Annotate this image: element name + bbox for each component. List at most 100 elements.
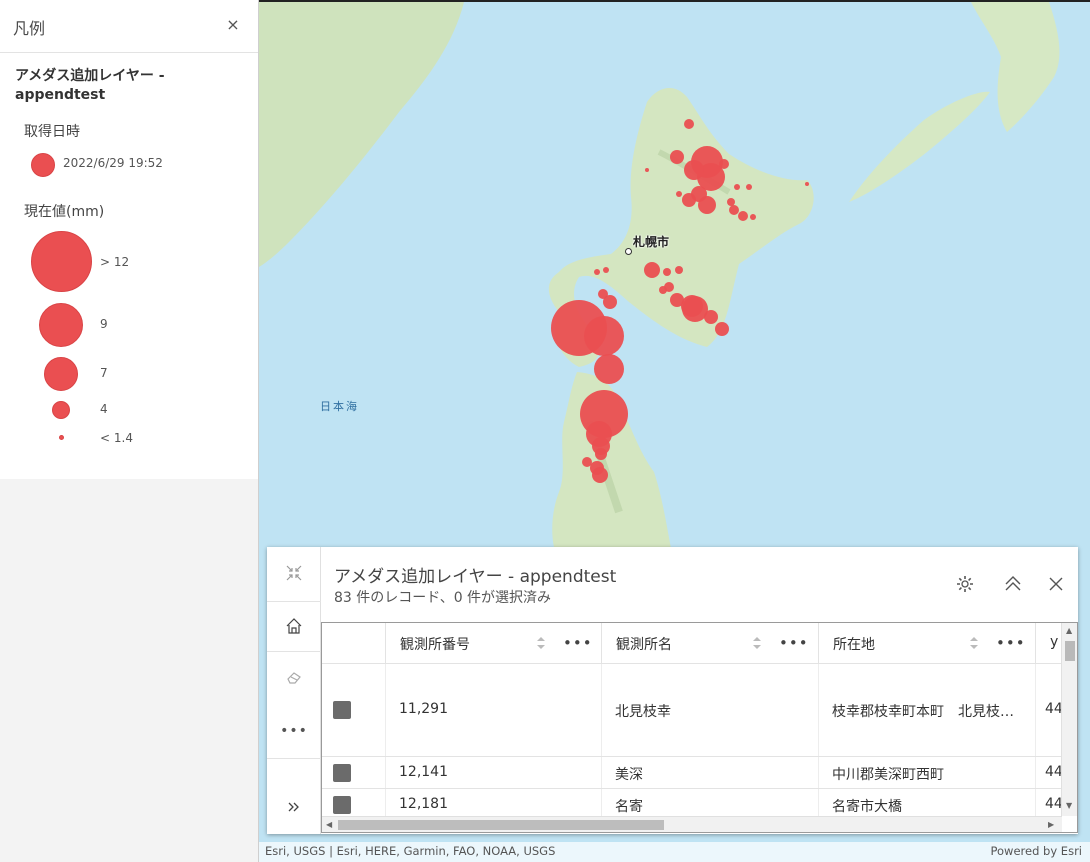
- scroll-down-icon[interactable]: ▼: [1066, 801, 1072, 811]
- observation-point[interactable]: [729, 205, 739, 215]
- legend-close-icon[interactable]: ×: [224, 16, 242, 34]
- observation-point[interactable]: [719, 159, 729, 169]
- cell-station-id: 12,181: [399, 796, 448, 812]
- column-label: 観測所番号: [400, 637, 470, 653]
- column-menu-icon[interactable]: •••: [563, 634, 593, 652]
- legend-layer-title: アメダス追加レイヤー - appendtest: [15, 68, 165, 103]
- table-record-count: 83 件のレコード、0 件が選択済み: [334, 590, 552, 606]
- cell-station-name: 美深: [615, 767, 643, 783]
- legend-card: 凡例 × アメダス追加レイヤー - appendtest 取得日時 2022/6…: [0, 0, 258, 479]
- table-row[interactable]: 12,141 美深 中川郡美深町西町 44: [322, 756, 1062, 788]
- observation-point[interactable]: [704, 310, 718, 324]
- attribution-text[interactable]: Esri, USGS | Esri, HERE, Garmin, FAO, NO…: [265, 844, 555, 858]
- sea-label: 日本海: [320, 400, 359, 413]
- close-icon[interactable]: [1045, 573, 1067, 595]
- column-label: y: [1050, 634, 1059, 650]
- cell-station-id: 12,141: [399, 764, 448, 780]
- vertical-scrollbar[interactable]: ▲ ▼: [1061, 623, 1077, 816]
- sort-icon[interactable]: [536, 635, 546, 651]
- powered-by-esri[interactable]: Powered by Esri: [991, 844, 1083, 858]
- observation-point[interactable]: [659, 286, 667, 294]
- observation-point[interactable]: [645, 168, 649, 172]
- observation-point[interactable]: [746, 184, 752, 190]
- vertical-scroll-thumb[interactable]: [1065, 641, 1075, 661]
- legend-label-4: 4: [100, 402, 108, 416]
- sort-icon[interactable]: [969, 635, 979, 651]
- eraser-icon[interactable]: [267, 655, 321, 699]
- row-checkbox[interactable]: [333, 796, 351, 814]
- observation-point[interactable]: [805, 182, 809, 186]
- legend-symbol-gt12: [31, 231, 92, 292]
- legend-label-lt1-4: < 1.4: [100, 431, 133, 445]
- column-label: 所在地: [833, 637, 875, 653]
- observation-point[interactable]: [715, 322, 729, 336]
- horizontal-scrollbar[interactable]: ◀ ▶: [322, 816, 1062, 832]
- observation-point[interactable]: [684, 160, 704, 180]
- observation-point[interactable]: [594, 269, 600, 275]
- scroll-left-icon[interactable]: ◀: [326, 820, 332, 830]
- legend-date-symbol: [31, 153, 55, 177]
- horizontal-scroll-thumb[interactable]: [338, 820, 664, 830]
- observation-point[interactable]: [698, 196, 716, 214]
- observation-point[interactable]: [592, 467, 608, 483]
- more-icon[interactable]: •••: [267, 709, 321, 753]
- column-header-address[interactable]: 所在地 •••: [819, 623, 1036, 663]
- table-title: アメダス追加レイヤー - appendtest: [334, 567, 617, 587]
- legend-header: 凡例 ×: [0, 0, 258, 53]
- table-row[interactable]: 11,291 北見枝幸 枝幸郡枝幸町本町 北見枝… 44: [322, 663, 1062, 756]
- observation-point[interactable]: [750, 214, 756, 220]
- observation-point[interactable]: [684, 119, 694, 129]
- cell-station-id: 11,291: [399, 701, 448, 717]
- legend-symbol-7: [44, 357, 78, 391]
- legend-label-9: 9: [100, 317, 108, 331]
- column-header-station-name[interactable]: 観測所名 •••: [602, 623, 819, 663]
- legend-symbol-9: [39, 303, 83, 347]
- map-attribution: Esri, USGS | Esri, HERE, Garmin, FAO, NO…: [259, 842, 1090, 862]
- attribute-table-widget: ••• アメダス追加レイヤー - appendtest 83 件のレコード、0 …: [267, 547, 1078, 834]
- table-side-toolbar: •••: [267, 547, 321, 834]
- column-menu-icon[interactable]: •••: [996, 634, 1026, 652]
- observation-point[interactable]: [644, 262, 660, 278]
- cell-station-name: 北見枝幸: [615, 704, 671, 720]
- observation-point[interactable]: [594, 354, 624, 384]
- city-label: 札幌市: [633, 235, 670, 249]
- chevron-up-double-icon[interactable]: [1002, 573, 1024, 595]
- cell-address: 名寄市大橋: [832, 799, 902, 815]
- column-header-y[interactable]: y: [1036, 623, 1062, 663]
- observation-point[interactable]: [595, 448, 607, 460]
- legend-symbol-lt1-4: [59, 435, 64, 440]
- home-icon[interactable]: [267, 604, 321, 648]
- select-column-header: [322, 623, 386, 663]
- cell-station-name: 名寄: [615, 799, 643, 815]
- column-header-station-id[interactable]: 観測所番号 •••: [386, 623, 602, 663]
- cell-address: 枝幸郡枝幸町本町 北見枝…: [832, 704, 1014, 720]
- observation-point[interactable]: [663, 268, 671, 276]
- scroll-right-icon[interactable]: ▶: [1048, 820, 1054, 830]
- legend-date-heading: 取得日時: [24, 124, 80, 140]
- cell-y: 44: [1045, 701, 1062, 717]
- observation-point[interactable]: [727, 198, 735, 206]
- observation-point[interactable]: [738, 211, 748, 221]
- column-menu-icon[interactable]: •••: [779, 634, 809, 652]
- legend-title: 凡例: [13, 19, 46, 38]
- scroll-up-icon[interactable]: ▲: [1066, 626, 1072, 636]
- gear-icon[interactable]: [954, 573, 976, 595]
- observation-point[interactable]: [675, 266, 683, 274]
- observation-point[interactable]: [676, 191, 682, 197]
- observation-point[interactable]: [670, 150, 684, 164]
- observation-point[interactable]: [734, 184, 740, 190]
- row-checkbox[interactable]: [333, 764, 351, 782]
- observation-point[interactable]: [584, 316, 624, 356]
- expand-icon[interactable]: [267, 785, 321, 829]
- observation-point[interactable]: [682, 193, 696, 207]
- legend-date-label: 2022/6/29 19:52: [63, 156, 163, 170]
- cell-y: 44: [1045, 796, 1062, 812]
- legend-label-gt12: > 12: [100, 255, 130, 269]
- collapse-icon[interactable]: [267, 551, 321, 595]
- observation-point[interactable]: [603, 295, 617, 309]
- sort-icon[interactable]: [752, 635, 762, 651]
- city-marker-icon: [625, 248, 632, 255]
- observation-point[interactable]: [603, 267, 609, 273]
- row-checkbox[interactable]: [333, 701, 351, 719]
- legend-value-heading: 現在値(mm): [24, 204, 105, 220]
